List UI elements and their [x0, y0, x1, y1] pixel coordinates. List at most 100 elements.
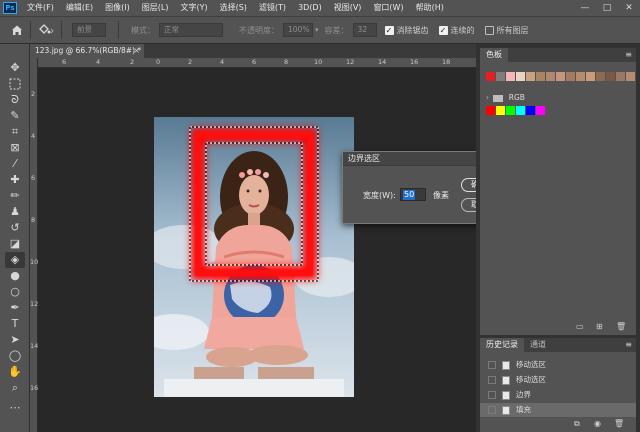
- color-swatch[interactable]: [586, 72, 595, 81]
- dodge-tool-icon[interactable]: ○: [5, 284, 25, 300]
- fill-source-select[interactable]: 前景: [72, 23, 106, 37]
- history-brush-source-box[interactable]: [488, 391, 496, 399]
- color-swatch[interactable]: [516, 72, 525, 81]
- chevron-down-icon[interactable]: ▾: [315, 26, 319, 34]
- crop-tool-icon[interactable]: ⌗: [5, 124, 25, 140]
- color-swatch[interactable]: [566, 72, 575, 81]
- clone-stamp-tool-icon[interactable]: ♟: [5, 204, 25, 220]
- history-item[interactable]: 移动选区: [480, 373, 636, 387]
- color-swatch[interactable]: [556, 72, 565, 81]
- panel-menu-icon[interactable]: ≡: [625, 50, 632, 59]
- canvas-area[interactable]: [38, 68, 476, 432]
- opacity-input[interactable]: 100%: [283, 23, 313, 37]
- camera-icon[interactable]: ◉: [594, 419, 601, 428]
- ellipse-tool-icon[interactable]: ◯: [5, 348, 25, 364]
- contiguous-label: 连续的: [450, 25, 475, 35]
- quick-select-tool-icon[interactable]: ✎: [5, 108, 25, 124]
- brush-tool-icon[interactable]: ✏: [5, 188, 25, 204]
- swatches-panel: 色板 ≡ › RGB ▭ ⊞ 🗑: [480, 48, 636, 335]
- color-swatch[interactable]: [486, 106, 495, 115]
- width-unit-label: 像素: [433, 191, 449, 200]
- history-brush-source-box[interactable]: [488, 406, 496, 414]
- color-swatch[interactable]: [506, 72, 515, 81]
- color-swatch[interactable]: [486, 72, 495, 81]
- trash-icon[interactable]: 🗑: [614, 419, 624, 428]
- document-tab[interactable]: 123.jpg @ 66.7%(RGB/8#) * ×: [30, 44, 144, 58]
- color-swatch[interactable]: [606, 72, 615, 81]
- history-item[interactable]: 移动选区: [480, 358, 636, 372]
- home-icon[interactable]: [10, 23, 24, 37]
- chevron-down-icon[interactable]: ›: [486, 93, 489, 102]
- mode-select[interactable]: 正常: [159, 23, 223, 37]
- all-layers-checkbox[interactable]: [484, 25, 494, 35]
- menu-file[interactable]: 文件(F): [21, 0, 60, 16]
- close-icon[interactable]: ×: [133, 44, 140, 58]
- tab-history[interactable]: 历史记录: [480, 338, 524, 352]
- width-input[interactable]: 50: [400, 188, 426, 201]
- color-swatch[interactable]: [506, 106, 515, 115]
- color-swatch[interactable]: [536, 106, 545, 115]
- history-brush-source-box[interactable]: [488, 361, 496, 369]
- hand-tool-icon[interactable]: ✋: [5, 364, 25, 380]
- paint-bucket-icon[interactable]: [37, 23, 55, 37]
- contiguous-checkbox[interactable]: ✓: [438, 25, 448, 35]
- panel-menu-icon[interactable]: ≡: [625, 340, 632, 349]
- eyedropper-tool-icon[interactable]: ⁄: [5, 156, 25, 172]
- menu-view[interactable]: 视图(V): [328, 0, 368, 16]
- maximize-button[interactable]: □: [596, 0, 618, 16]
- marquee-tool-icon[interactable]: [5, 76, 25, 92]
- pen-tool-icon[interactable]: ✒: [5, 300, 25, 316]
- swatch-group-rgb[interactable]: › RGB: [486, 93, 525, 102]
- separator: [61, 21, 62, 39]
- color-swatch[interactable]: [576, 72, 585, 81]
- ruler-number: 4: [220, 58, 225, 66]
- minimize-button[interactable]: —: [574, 0, 596, 16]
- color-swatch[interactable]: [496, 72, 505, 81]
- color-swatch[interactable]: [526, 106, 535, 115]
- menu-help[interactable]: 帮助(H): [410, 0, 450, 16]
- antialias-checkbox[interactable]: ✓: [384, 25, 394, 35]
- new-document-from-state-icon[interactable]: ⧉: [574, 419, 580, 429]
- history-brush-source-box[interactable]: [488, 376, 496, 384]
- move-tool-icon[interactable]: ✥: [5, 60, 25, 76]
- trash-icon[interactable]: 🗑: [616, 322, 626, 331]
- color-swatch[interactable]: [516, 106, 525, 115]
- tolerance-input[interactable]: 32: [352, 23, 377, 37]
- type-tool-icon[interactable]: T: [5, 316, 25, 332]
- document-icon: [502, 361, 510, 370]
- history-item[interactable]: 边界: [480, 388, 636, 402]
- blur-tool-icon[interactable]: ●: [5, 268, 25, 284]
- healing-brush-tool-icon[interactable]: ✚: [5, 172, 25, 188]
- menu-type[interactable]: 文字(Y): [174, 0, 213, 16]
- history-brush-tool-icon[interactable]: ↺: [5, 220, 25, 236]
- more-tools-icon[interactable]: ⋯: [5, 400, 25, 416]
- tab-channels[interactable]: 通道: [524, 338, 552, 352]
- menu-edit[interactable]: 编辑(E): [60, 0, 99, 16]
- color-swatch[interactable]: [536, 72, 545, 81]
- color-swatch[interactable]: [526, 72, 535, 81]
- menu-window[interactable]: 窗口(W): [367, 0, 409, 16]
- paint-bucket-tool-icon[interactable]: ◈: [5, 252, 25, 268]
- eraser-tool-icon[interactable]: ◪: [5, 236, 25, 252]
- menu-layer[interactable]: 图层(L): [136, 0, 175, 16]
- menu-3d[interactable]: 3D(D): [292, 0, 328, 16]
- color-swatch[interactable]: [616, 72, 625, 81]
- menu-filter[interactable]: 滤镜(T): [253, 0, 292, 16]
- color-swatch[interactable]: [626, 72, 635, 81]
- history-item-selected[interactable]: 填充: [480, 403, 636, 417]
- photo-image[interactable]: [154, 117, 354, 397]
- menu-image[interactable]: 图像(I): [99, 0, 136, 16]
- menu-select[interactable]: 选择(S): [214, 0, 253, 16]
- color-swatch[interactable]: [596, 72, 605, 81]
- frame-tool-icon[interactable]: ⊠: [5, 140, 25, 156]
- new-swatch-icon[interactable]: ⊞: [596, 322, 603, 331]
- lasso-tool-icon[interactable]: ᘐ: [5, 92, 25, 108]
- close-window-button[interactable]: ✕: [618, 0, 640, 16]
- swatch-group-name: RGB: [508, 93, 525, 102]
- path-selection-tool-icon[interactable]: ➤: [5, 332, 25, 348]
- folder-icon[interactable]: ▭: [576, 322, 584, 331]
- color-swatch[interactable]: [496, 106, 505, 115]
- zoom-tool-icon[interactable]: ⌕: [5, 380, 25, 396]
- color-swatch[interactable]: [546, 72, 555, 81]
- tab-swatches[interactable]: 色板: [480, 48, 508, 62]
